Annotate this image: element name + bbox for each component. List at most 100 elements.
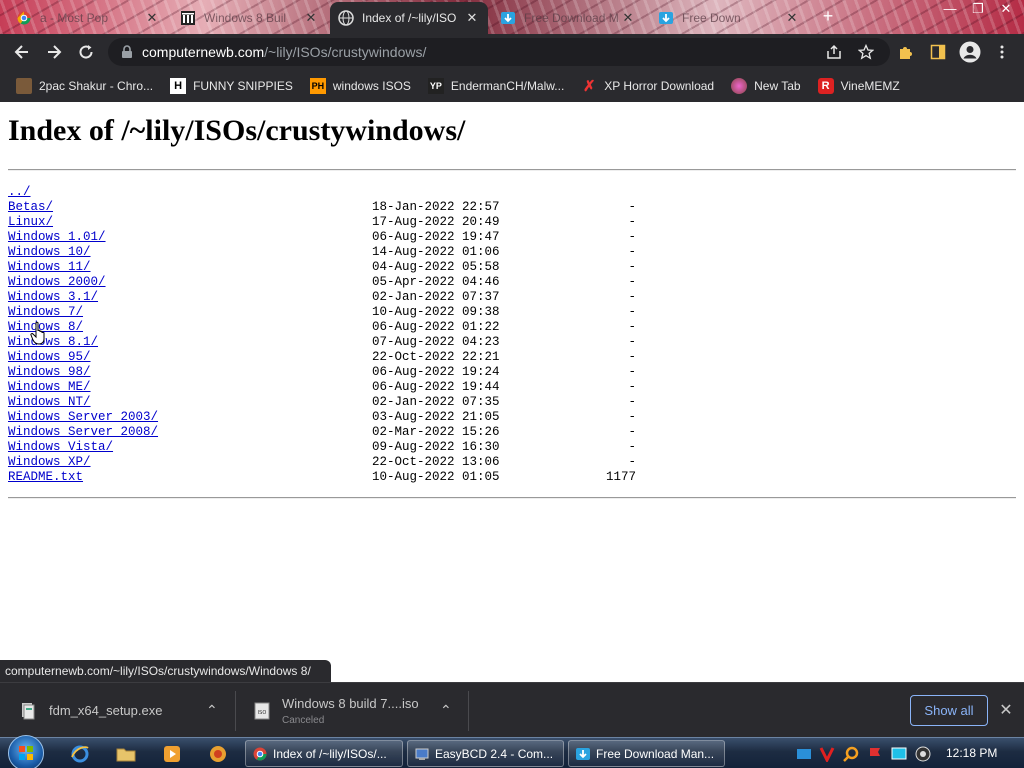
app-icon[interactable] [206,742,230,766]
bookmark-item[interactable]: YP EndermanCH/Malw... [427,78,564,94]
listing-link[interactable]: Betas/ [8,200,53,215]
listing-link[interactable]: Windows Server 2008/ [8,425,158,440]
file-explorer-icon[interactable] [114,742,138,766]
new-tab-button[interactable]: + [818,6,838,26]
tray-search-icon[interactable] [843,746,859,762]
internet-explorer-icon[interactable] [68,742,92,766]
status-bubble: computernewb.com/~lily/ISOs/crustywindow… [0,660,331,682]
listing-link[interactable]: Windows 3.1/ [8,290,98,305]
listing-link[interactable]: ../ [8,185,31,200]
tab-2-active[interactable]: Index of /~lily/ISO ✕ [330,2,488,34]
listing-link[interactable]: Windows ME/ [8,380,91,395]
tab-title: Free Download M [524,11,619,25]
listing-link[interactable]: Windows NT/ [8,395,91,410]
listing-size: - [628,230,636,244]
fdm-icon [658,10,674,26]
address-bar[interactable]: computernewb.com/~lily/ISOs/crustywindow… [108,38,890,66]
avatar-icon [959,41,981,63]
listing-row: Windows 7/10-Aug-2022 09:38 - [8,305,648,320]
window-close-icon[interactable]: ✕ [992,0,1020,18]
reload-button[interactable] [74,40,98,64]
listing-row: Windows 2000/05-Apr-2022 04:46 - [8,275,648,290]
close-icon[interactable]: ✕ [784,10,800,26]
bookmark-label: 2pac Shakur - Chro... [39,79,154,93]
bookmark-item[interactable]: PH windows ISOS [309,78,411,94]
browser-toolbar: computernewb.com/~lily/ISOs/crustywindow… [0,34,1024,70]
tray-flag-icon[interactable] [867,746,883,762]
task-label: Index of /~lily/ISOs/... [273,746,387,761]
chevron-up-icon[interactable]: ⌃ [206,702,218,719]
bookmark-item[interactable]: R VineMEMZ [817,78,900,94]
listing-link[interactable]: Windows XP/ [8,455,91,470]
listing-row: Windows Vista/09-Aug-2022 16:30 - [8,440,648,455]
listing-link[interactable]: Windows Vista/ [8,440,113,455]
tab-1[interactable]: Windows 8 Buil ✕ [172,2,327,34]
back-button[interactable] [10,40,34,64]
show-all-button[interactable]: Show all [910,695,988,726]
lock-icon [122,45,132,58]
listing-size: - [628,410,636,424]
tray-network-icon[interactable] [796,746,812,762]
bookmark-icon-yp: YP [427,78,444,94]
chrome-icon [252,746,268,762]
download-item[interactable]: ISO Windows 8 build 7....iso Canceled ⌃ [254,683,454,738]
listing-link[interactable]: Windows 1.01/ [8,230,106,245]
divider [8,497,1016,499]
side-panel-button[interactable] [926,40,950,64]
close-icon[interactable]: ✕ [620,10,636,26]
side-panel-icon [930,44,946,60]
bookmark-item[interactable]: H FUNNY SNIPPIES [170,78,293,94]
profile-button[interactable] [958,40,982,64]
media-player-icon[interactable] [160,742,184,766]
listing-link[interactable]: Windows 7/ [8,305,83,320]
download-filename: fdm_x64_setup.exe [49,703,163,718]
tray-v-icon[interactable] [819,746,835,762]
minimize-icon[interactable]: — [936,0,964,18]
chevron-up-icon[interactable]: ⌃ [440,702,452,719]
listing-link[interactable]: Windows 98/ [8,365,91,380]
listing-size: - [628,260,636,274]
windows-logo-icon [19,746,33,760]
listing-link[interactable]: Windows 11/ [8,260,91,275]
bookmark-item[interactable]: 2pac Shakur - Chro... [16,78,153,94]
close-icon[interactable]: ✕ [996,701,1016,721]
restore-icon[interactable]: ❐ [964,0,992,18]
bookmark-star-button[interactable] [854,40,878,64]
tray-monitor-icon[interactable] [891,746,907,762]
download-item[interactable]: fdm_x64_setup.exe ⌃ [20,683,220,738]
listing-link[interactable]: Windows 10/ [8,245,91,260]
listing-row: Windows 95/22-Oct-2022 22:21 - [8,350,648,365]
tab-0[interactable]: a - Most Pop ✕ [8,2,168,34]
taskbar-task[interactable]: Index of /~lily/ISOs/... [245,740,403,767]
close-icon[interactable]: ✕ [144,10,160,26]
listing-link[interactable]: Linux/ [8,215,53,230]
listing-date: 14-Aug-2022 01:06 [372,245,500,259]
listing-link[interactable]: README.txt [8,470,83,485]
listing-row: Windows 3.1/02-Jan-2022 07:37 - [8,290,648,305]
listing-date: 04-Aug-2022 05:58 [372,260,500,274]
listing-link[interactable]: Windows 95/ [8,350,91,365]
close-icon[interactable]: ✕ [464,10,480,26]
listing-size: - [628,365,636,379]
taskbar-task[interactable]: EasyBCD 2.4 - Com... [407,740,564,767]
tray-volume-icon[interactable] [915,746,931,762]
bookmark-item[interactable]: ✗ XP Horror Download [581,78,714,95]
listing-link[interactable]: Windows 8.1/ [8,335,98,350]
taskbar-task[interactable]: Free Download Man... [568,740,725,767]
listing-row: Windows 10/14-Aug-2022 01:06 - [8,245,648,260]
tab-3[interactable]: Free Download M ✕ [492,2,644,34]
tab-title: a - Most Pop [40,11,109,25]
close-icon[interactable]: ✕ [303,10,319,26]
listing-link[interactable]: Windows Server 2003/ [8,410,158,425]
share-button[interactable] [822,40,846,64]
menu-button[interactable] [990,40,1014,64]
start-button[interactable] [8,735,44,768]
bookmark-label: New Tab [754,79,801,93]
tab-strip: a - Most Pop ✕ Windows 8 Buil ✕ Index of… [0,0,1024,34]
tab-4[interactable]: Free Down ✕ [650,2,808,34]
extensions-button[interactable] [894,40,918,64]
listing-date: 02-Mar-2022 15:26 [372,425,500,439]
bookmark-item[interactable]: New Tab [731,78,801,94]
listing-link[interactable]: Windows 2000/ [8,275,106,290]
forward-button[interactable] [42,40,66,64]
